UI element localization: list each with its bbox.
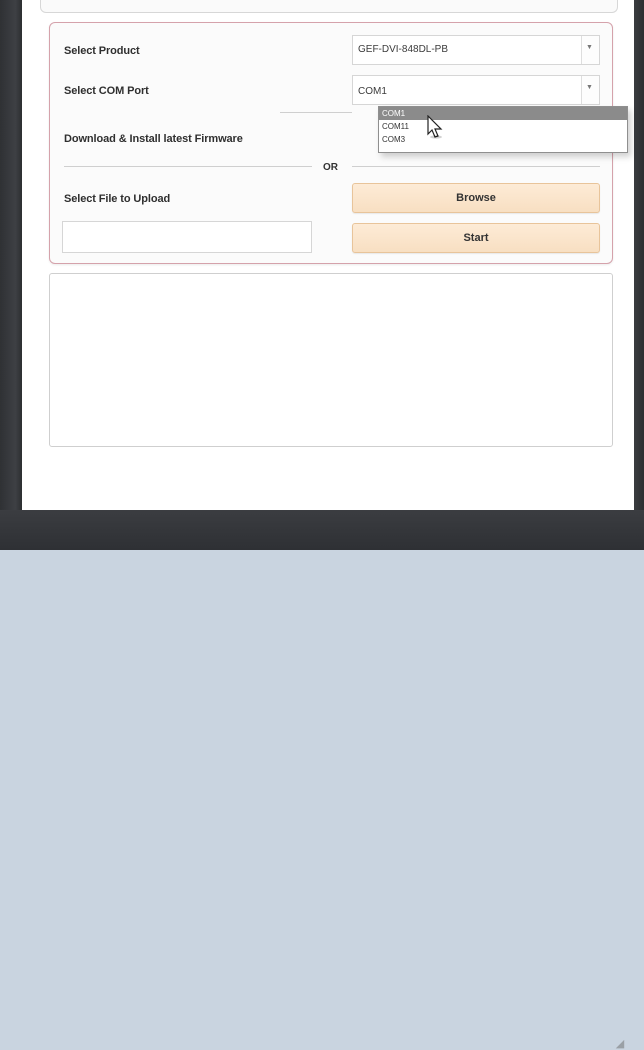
mouse-pointer-icon xyxy=(427,115,443,139)
or-separator-text: OR xyxy=(323,162,338,173)
or-divider-left xyxy=(64,166,312,167)
file-path-input[interactable] xyxy=(62,221,312,253)
top-panel-edge xyxy=(40,0,618,13)
com-port-option-com1[interactable]: COM1 xyxy=(379,107,627,120)
download-install-firmware-label: Download & Install latest Firmware xyxy=(64,133,243,145)
window-content: Select Product GEF-DVI-848DL-PB ▼ Select… xyxy=(22,0,634,510)
com-port-option-com3[interactable]: COM3 xyxy=(379,133,627,146)
application-window: Select Product GEF-DVI-848DL-PB ▼ Select… xyxy=(0,0,644,1050)
output-log-panel xyxy=(49,273,613,447)
product-select-value: GEF-DVI-848DL-PB xyxy=(358,44,449,55)
com-section-divider xyxy=(280,112,352,113)
com-port-select-arrow-area[interactable]: ▼ xyxy=(581,76,599,104)
or-divider-right xyxy=(352,166,600,167)
chevron-down-icon: ▼ xyxy=(586,44,593,51)
com-port-dropdown-list[interactable]: COM1 COM11 COM3 xyxy=(378,106,628,153)
select-com-port-label: Select COM Port xyxy=(64,85,149,97)
select-product-label: Select Product xyxy=(64,45,140,57)
resize-grip-icon[interactable]: ◢ xyxy=(614,1038,626,1050)
com-port-option-com11[interactable]: COM11 xyxy=(379,120,627,133)
window-frame-left xyxy=(0,0,22,550)
product-select[interactable]: GEF-DVI-848DL-PB ▼ xyxy=(352,35,600,65)
window-frame-bottom: ◢ xyxy=(0,510,644,1050)
com-port-select[interactable]: COM1 ▼ xyxy=(352,75,600,105)
firmware-update-panel: Select Product GEF-DVI-848DL-PB ▼ Select… xyxy=(49,22,628,264)
start-button[interactable]: Start xyxy=(352,223,600,253)
com-port-select-value: COM1 xyxy=(358,86,387,97)
product-select-arrow-area[interactable]: ▼ xyxy=(581,36,599,64)
chevron-down-icon: ▼ xyxy=(586,84,593,91)
window-frame-right xyxy=(634,0,644,550)
browse-button[interactable]: Browse xyxy=(352,183,600,213)
select-file-upload-label: Select File to Upload xyxy=(64,193,171,205)
